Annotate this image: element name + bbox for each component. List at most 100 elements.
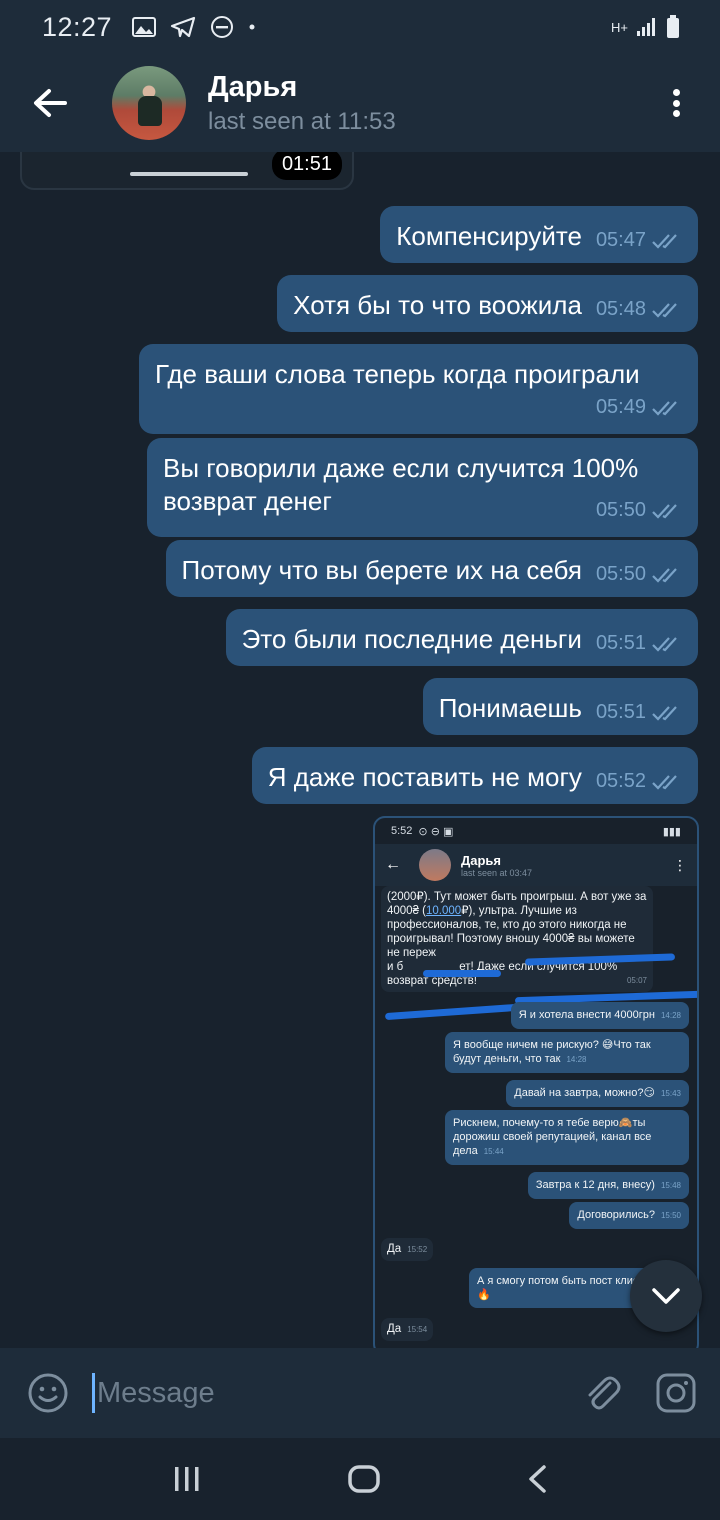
telegram-icon — [170, 16, 196, 38]
shot-outgoing-message: Договорились? 15:50 — [569, 1202, 689, 1229]
shot-time: 15:52 — [407, 1245, 428, 1254]
shot-avatar — [419, 849, 451, 881]
message-time: 05:52 — [595, 770, 646, 792]
message-text: Это были последние деньги — [241, 624, 582, 654]
message-time: 05:50 — [595, 563, 646, 585]
arrow-left-icon — [34, 89, 67, 117]
back-nav-icon[interactable] — [526, 1464, 548, 1494]
message-time: 05:47 — [595, 229, 646, 251]
message-time: 05:48 — [595, 298, 646, 320]
camera-icon[interactable] — [654, 1371, 698, 1415]
double-check-icon — [652, 503, 677, 519]
double-check-icon — [652, 636, 677, 652]
outgoing-message[interactable]: Понимаешь 05:51 — [422, 678, 698, 735]
shot-text: Давай на завтра, можно?😏 — [514, 1087, 655, 1099]
message-composer — [0, 1348, 720, 1438]
shot-link: 10.000 — [426, 905, 462, 917]
text-caret — [92, 1373, 95, 1413]
network-type: H+ — [611, 19, 628, 35]
double-check-icon — [652, 302, 677, 318]
shot-time: 14:28 — [566, 1055, 587, 1064]
shot-name: Дарья — [461, 852, 502, 868]
video-duration: 01:51 — [271, 152, 342, 180]
shot-time: 15:44 — [483, 1147, 504, 1156]
scribble-mark — [423, 970, 501, 977]
shot-time: 15:43 — [660, 1089, 681, 1098]
outgoing-message[interactable]: Я даже поставить не могу 05:52 — [251, 747, 698, 804]
message-text: Потому что вы берете их на себя — [181, 555, 582, 585]
message-list[interactable]: 01:51 Компенсируйте 05:47 Хотя бы то что … — [0, 152, 720, 1348]
shot-header: ← Дарья last seen at 03:47 ⋮ — [375, 844, 697, 886]
emoji-icon[interactable] — [26, 1371, 70, 1415]
message-time: 05:49 — [595, 396, 646, 418]
chat-header: Дарья last seen at 11:53 — [0, 54, 720, 152]
message-text: Понимаешь — [438, 693, 582, 723]
shot-outgoing-message: Давай на завтра, можно?😏 15:43 — [506, 1080, 689, 1107]
avatar[interactable] — [112, 66, 186, 140]
message-time: 05:51 — [595, 701, 646, 723]
double-check-icon — [652, 567, 677, 583]
shot-outgoing-message: Я и хотела внести 4000грн 14:28 — [510, 1002, 689, 1029]
shot-incoming-message: Да 15:54 — [381, 1318, 434, 1341]
outgoing-message[interactable]: Где ваши слова теперь когда проиграли 05:… — [139, 344, 698, 434]
battery-icon — [667, 15, 679, 38]
shot-text: Я и хотела внести 4000грн — [518, 1009, 655, 1021]
chat-name: Дарья — [208, 70, 298, 103]
gallery-icon — [132, 17, 157, 37]
shot-incoming-message: (2000₽). Тут может быть проигрыш. А вот … — [381, 886, 653, 992]
shot-text: Завтра к 12 дня, внесу) — [535, 1179, 655, 1191]
shot-incoming-message: Да 15:52 — [381, 1238, 434, 1261]
more-menu-button[interactable] — [666, 83, 686, 123]
shot-last-seen: last seen at 03:47 — [461, 867, 533, 878]
scroll-to-bottom-button[interactable] — [630, 1260, 702, 1332]
back-button[interactable] — [20, 73, 80, 133]
recent-apps-icon[interactable] — [172, 1465, 202, 1493]
system-nav-bar — [0, 1438, 720, 1520]
shot-text: Да — [387, 1243, 402, 1255]
shot-outgoing-message: Я вообще ничем не рискую? 😅Что так будут… — [445, 1032, 689, 1073]
shot-time: 15:50 — [660, 1211, 681, 1220]
more-dot-icon — [672, 99, 680, 107]
shot-status-icons: ⊙ ⊖ ▣ — [418, 825, 454, 838]
video-message[interactable]: 01:51 — [20, 152, 354, 190]
shot-outgoing-message: Завтра к 12 дня, внесу) 15:48 — [527, 1172, 689, 1199]
chevron-down-icon — [652, 1288, 680, 1304]
shot-status-bar: 5:52 ⊙ ⊖ ▣ ▮▮▮ — [375, 818, 697, 844]
status-bar: 12:27 H+ — [0, 0, 720, 54]
outgoing-message[interactable]: Хотя бы то что воожила 05:48 — [277, 275, 698, 332]
more-dot-icon — [672, 110, 680, 117]
shot-text: и б — [387, 961, 404, 973]
more-dot-icon — [672, 89, 680, 96]
shot-status-time: 5:52 — [391, 825, 413, 837]
message-input[interactable] — [97, 1376, 477, 1410]
shot-more-icon: ⋮ — [673, 856, 687, 873]
shot-text: ет! Даже если случится 100% возврат сред… — [387, 961, 618, 987]
shot-text: Договорились? — [577, 1209, 655, 1221]
shot-signal-icon: ▮▮▮ — [662, 825, 681, 838]
shot-time: 15:54 — [407, 1325, 428, 1334]
outgoing-message[interactable]: Это были последние деньги 05:51 — [225, 609, 698, 666]
chat-last-seen: last seen at 11:53 — [208, 107, 396, 135]
double-check-icon — [652, 705, 677, 721]
paperclip-icon[interactable] — [580, 1371, 624, 1415]
home-icon[interactable] — [347, 1464, 381, 1494]
scribble-mark — [384, 1002, 532, 1021]
status-time: 12:27 — [42, 11, 113, 42]
message-text: Компенсируйте — [396, 221, 582, 251]
outgoing-message[interactable]: Потому что вы берете их на себя 05:50 — [165, 540, 698, 597]
outgoing-message[interactable]: Вы говорили даже если случится 100% возв… — [147, 438, 698, 537]
chat-title[interactable]: Дарья last seen at 11:53 — [208, 71, 396, 136]
shot-back-icon: ← — [385, 856, 401, 873]
double-check-icon — [652, 233, 677, 249]
shot-text: Да — [387, 1323, 402, 1335]
double-check-icon — [652, 400, 677, 416]
shot-time: 15:48 — [660, 1181, 681, 1190]
shot-time: 14:28 — [660, 1011, 681, 1020]
message-time: 05:51 — [595, 632, 646, 654]
outgoing-message[interactable]: Компенсируйте 05:47 — [380, 206, 698, 263]
do-not-disturb-icon — [211, 16, 234, 38]
shot-time: 05:07 — [626, 976, 647, 985]
shot-outgoing-message: Рискнем, почему-то я тебе верю🙈ты дорожи… — [445, 1110, 689, 1165]
double-check-icon — [652, 774, 677, 790]
shot-text: Рискнем, почему-то я тебе верю🙈ты дорожи… — [453, 1117, 652, 1157]
